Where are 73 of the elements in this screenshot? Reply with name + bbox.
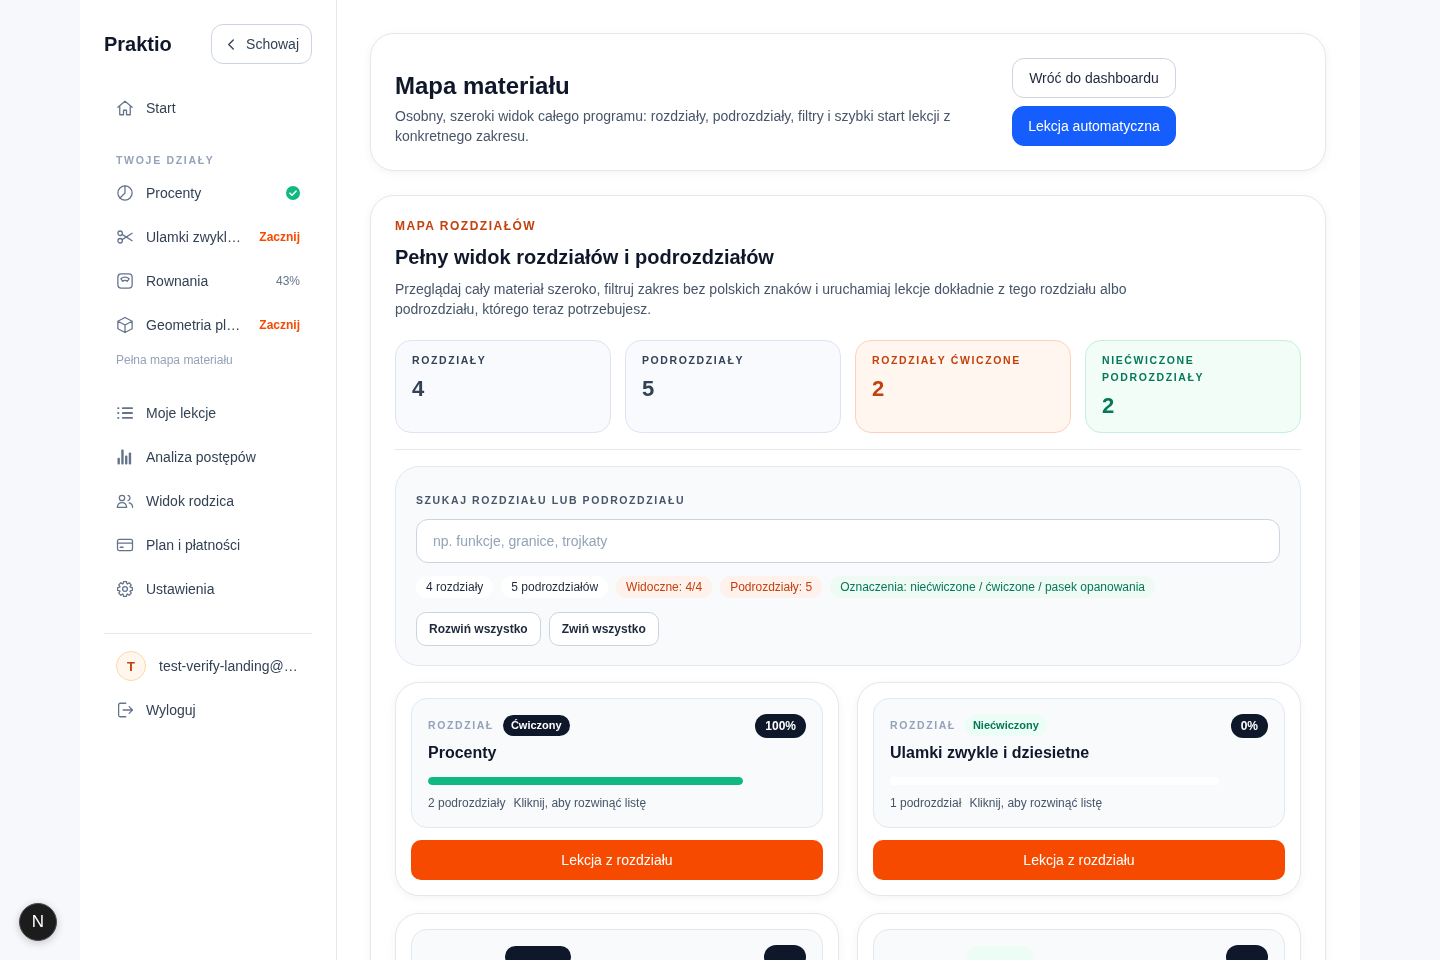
nav-item[interactable]: Start — [104, 86, 312, 130]
check-circle-icon — [286, 186, 300, 200]
count-chip: 4 rozdziały — [416, 576, 494, 598]
nav-item[interactable]: Moje lekcje — [104, 391, 312, 435]
stat-label: NIEĆWICZONE PODROZDZIAŁY — [1102, 353, 1206, 385]
info-chip: Podrozdziały: 5 — [720, 576, 823, 598]
start-label: Zacznij — [259, 318, 300, 332]
logout-button[interactable]: Wyloguj — [104, 688, 312, 732]
pie-chart-icon — [116, 184, 134, 202]
stat-label: PODROZDZIAŁY — [642, 353, 746, 368]
expand-hint: Kliknij, aby rozwinąć listę — [969, 795, 1103, 811]
subsection-count: 2 podrozdziały — [428, 795, 506, 811]
stat-label: ROZDZIAŁY — [412, 353, 488, 368]
nav-item[interactable]: Analiza postępów — [104, 435, 312, 479]
status-badge: Niećwiczony — [964, 714, 1047, 736]
section-item[interactable]: Procenty — [104, 171, 312, 215]
scale-icon — [116, 272, 134, 290]
lesson-button[interactable]: Lekcja z rozdziału — [873, 840, 1285, 880]
lesson-button[interactable]: Lekcja z rozdziału — [411, 840, 823, 880]
info-chip: Oznaczenia: niećwiczone / ćwiczone / pasek opanowania — [830, 576, 1155, 598]
search-field[interactable]: np. funkcje, granice, trojkaty — [416, 519, 1280, 563]
start-label: Zacznij — [259, 230, 300, 244]
percent-badge: 0% — [1230, 714, 1268, 738]
user-email: test-verify-landing@… — [159, 658, 298, 674]
stat-label: ROZDZIAŁY ĆWICZONE — [872, 353, 1022, 368]
stat-value: 5 — [642, 375, 656, 403]
home-icon — [116, 99, 134, 117]
logout-icon — [116, 701, 134, 719]
avatar: T — [116, 651, 146, 681]
count-chip: 5 podrozdziałów — [501, 576, 609, 598]
chevron-left-icon — [228, 38, 235, 50]
stat-value: 2 — [1102, 392, 1116, 420]
collapse-button[interactable]: Schowaj — [211, 24, 312, 64]
nav-item[interactable]: Plan i płatności — [104, 523, 312, 567]
section-item[interactable]: Ulamki zwykl… Zacznij — [104, 215, 312, 259]
scissors-icon — [116, 228, 134, 246]
progress-percent: 43% — [275, 274, 300, 288]
collapse-all-button[interactable]: Zwiń wszystko — [548, 612, 659, 646]
expand-all-button[interactable]: Rozwiń wszystko — [416, 612, 541, 646]
auto-lesson-button[interactable]: Lekcja automatyczna — [1012, 106, 1176, 146]
percent-badge: 100% — [755, 714, 806, 738]
chapter-label: ROZDZIAŁ — [890, 719, 956, 731]
brand-name: Praktio — [104, 32, 172, 56]
info-chip: Widoczne: 4/4 — [616, 576, 713, 598]
chapter-summary[interactable]: ROZDZIAŁ Niećwiczony Ulamki zwykle i dziesietne 1 podrozdział Kliknij, aby rozwinąć listę 0% — [873, 698, 1285, 828]
chapter-title: Procenty — [428, 743, 498, 763]
nav-item[interactable]: Widok rodzica — [104, 479, 312, 523]
bar-chart-icon — [116, 448, 134, 466]
section-description: Przeglądaj cały materiał szeroko, filtruj zakres bez polskich znaków i uruchamiaj lekcje dokładnie z tego rozdziału albo podrozdziału, którego teraz potrzebujesz. — [395, 280, 1128, 319]
chapter-label: ROZDZIAŁ — [428, 719, 494, 731]
page-description: Osobny, szeroki widok całego programu: rozdziały, podrozdziały, filtry i szybki start lekcji z konkretnego zakresu. — [395, 107, 952, 146]
section-title: TWOJE DZIAŁY — [115, 153, 216, 167]
section-title: Pełny widok rozdziałów i podrozdziałów — [395, 245, 775, 270]
nav-item[interactable]: Ustawienia — [104, 567, 312, 611]
section-eyebrow: MAPA ROZDZIAŁÓW — [395, 219, 538, 233]
subsection-count: 1 podrozdział — [890, 795, 962, 811]
section-item[interactable]: Rownania 43% — [104, 259, 312, 303]
page-title: Mapa materiału — [395, 72, 571, 100]
back-to-dashboard-button[interactable]: Wróć do dashboardu — [1012, 58, 1176, 98]
list-icon — [116, 404, 134, 422]
expand-hint: Kliknij, aby rozwinąć listę — [513, 795, 647, 811]
chapter-summary[interactable]: ROZDZIAŁ Ćwiczony Procenty 2 podrozdziały Kliknij, aby rozwinąć listę 100% — [411, 698, 823, 828]
credit-card-icon — [116, 536, 134, 554]
dev-tools-button[interactable]: N — [19, 903, 57, 941]
stat-value: 2 — [872, 375, 886, 403]
users-icon — [116, 492, 134, 510]
section-item[interactable]: Geometria pl… Zacznij — [104, 303, 312, 347]
search-label: SZUKAJ ROZDZIAŁU LUB PODROZDZIAŁU — [416, 493, 687, 507]
chapter-title: Ulamki zwykle i dziesietne — [890, 743, 1091, 763]
cube-icon — [116, 316, 134, 334]
status-badge: Ćwiczony — [502, 714, 570, 736]
settings-icon — [116, 580, 134, 598]
stat-value: 4 — [412, 375, 426, 403]
